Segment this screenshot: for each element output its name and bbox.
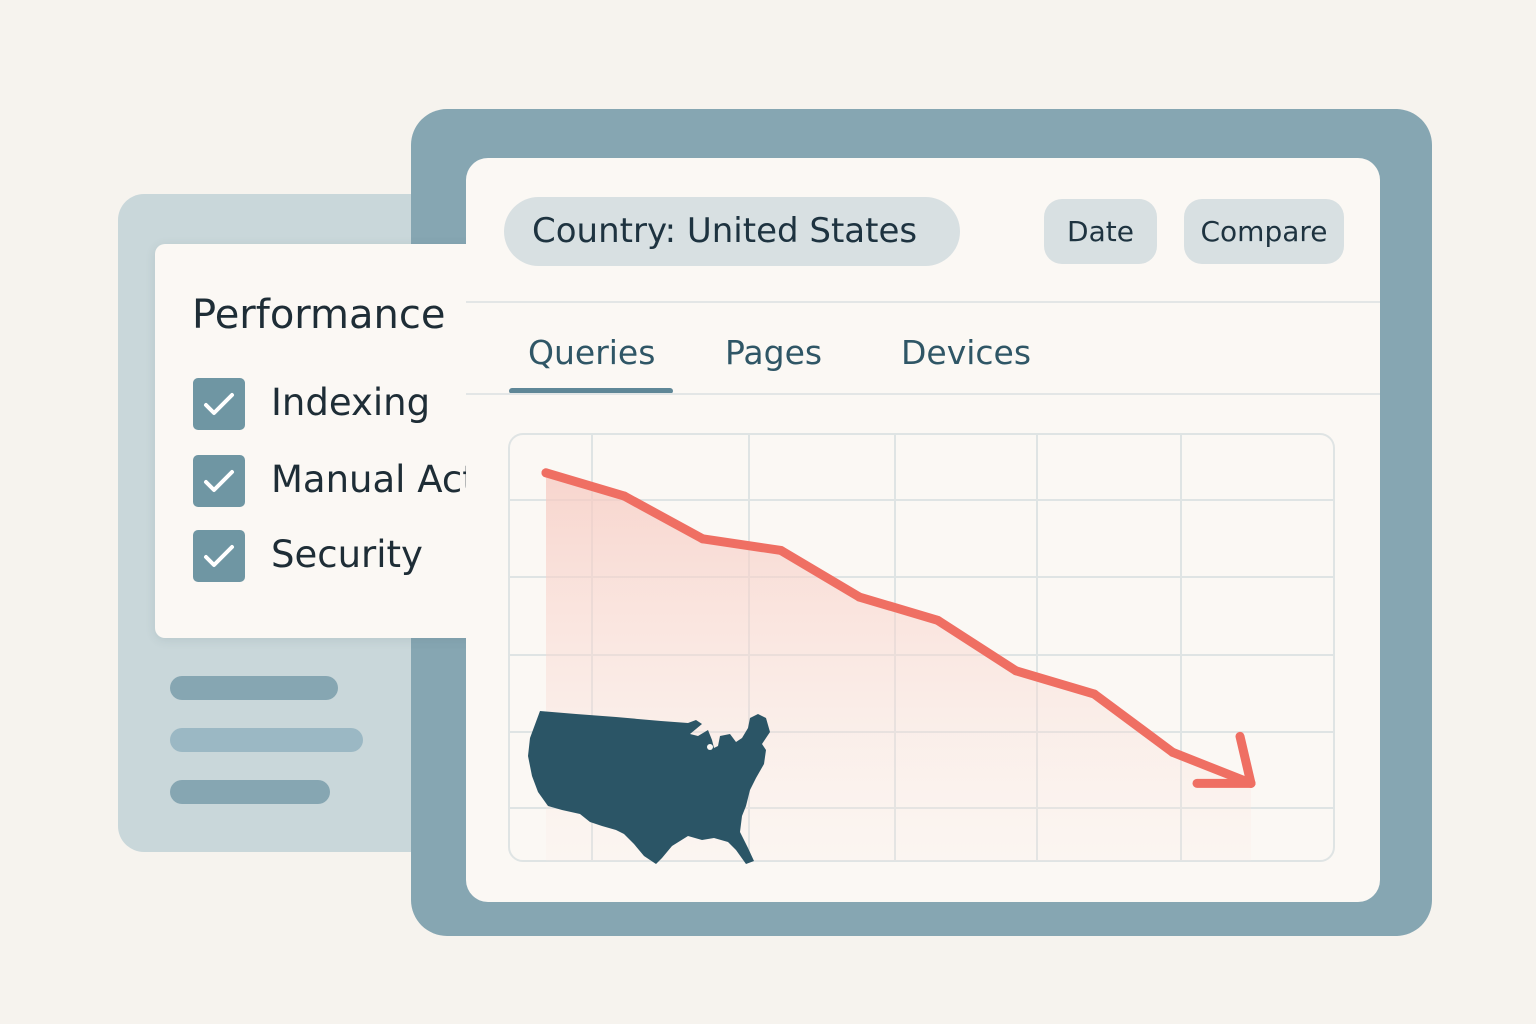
data-point [933, 615, 943, 625]
data-point [698, 534, 708, 544]
data-point [776, 545, 786, 555]
check-icon [204, 470, 234, 492]
check-icon [204, 545, 234, 567]
performance-chart [508, 433, 1335, 864]
data-point [1168, 747, 1178, 757]
data-point [1011, 666, 1021, 676]
placeholder-line [170, 676, 338, 700]
performance-report-card: Country: United States Date Compare Quer… [466, 158, 1380, 902]
data-point [619, 491, 629, 501]
data-point [541, 468, 551, 478]
placeholder-line [170, 728, 363, 752]
check-icon [204, 393, 234, 415]
checkbox-checked[interactable] [193, 378, 245, 430]
report-menu: Performance Indexing Manual Actions Secu… [155, 244, 485, 638]
menu-item-label: Security [271, 533, 423, 576]
data-point [854, 592, 864, 602]
placeholder-line [170, 780, 330, 804]
menu-item-security[interactable]: Security [193, 529, 485, 583]
menu-item-label: Manual Actions [271, 458, 485, 501]
checkbox-checked[interactable] [193, 455, 245, 507]
checkbox-checked[interactable] [193, 530, 245, 582]
menu-item-manual-actions[interactable]: Manual Actions [193, 454, 485, 508]
menu-title: Performance [192, 292, 446, 338]
menu-item-label: Indexing [271, 381, 431, 424]
menu-item-indexing[interactable]: Indexing [193, 377, 485, 431]
data-point [1089, 689, 1099, 699]
